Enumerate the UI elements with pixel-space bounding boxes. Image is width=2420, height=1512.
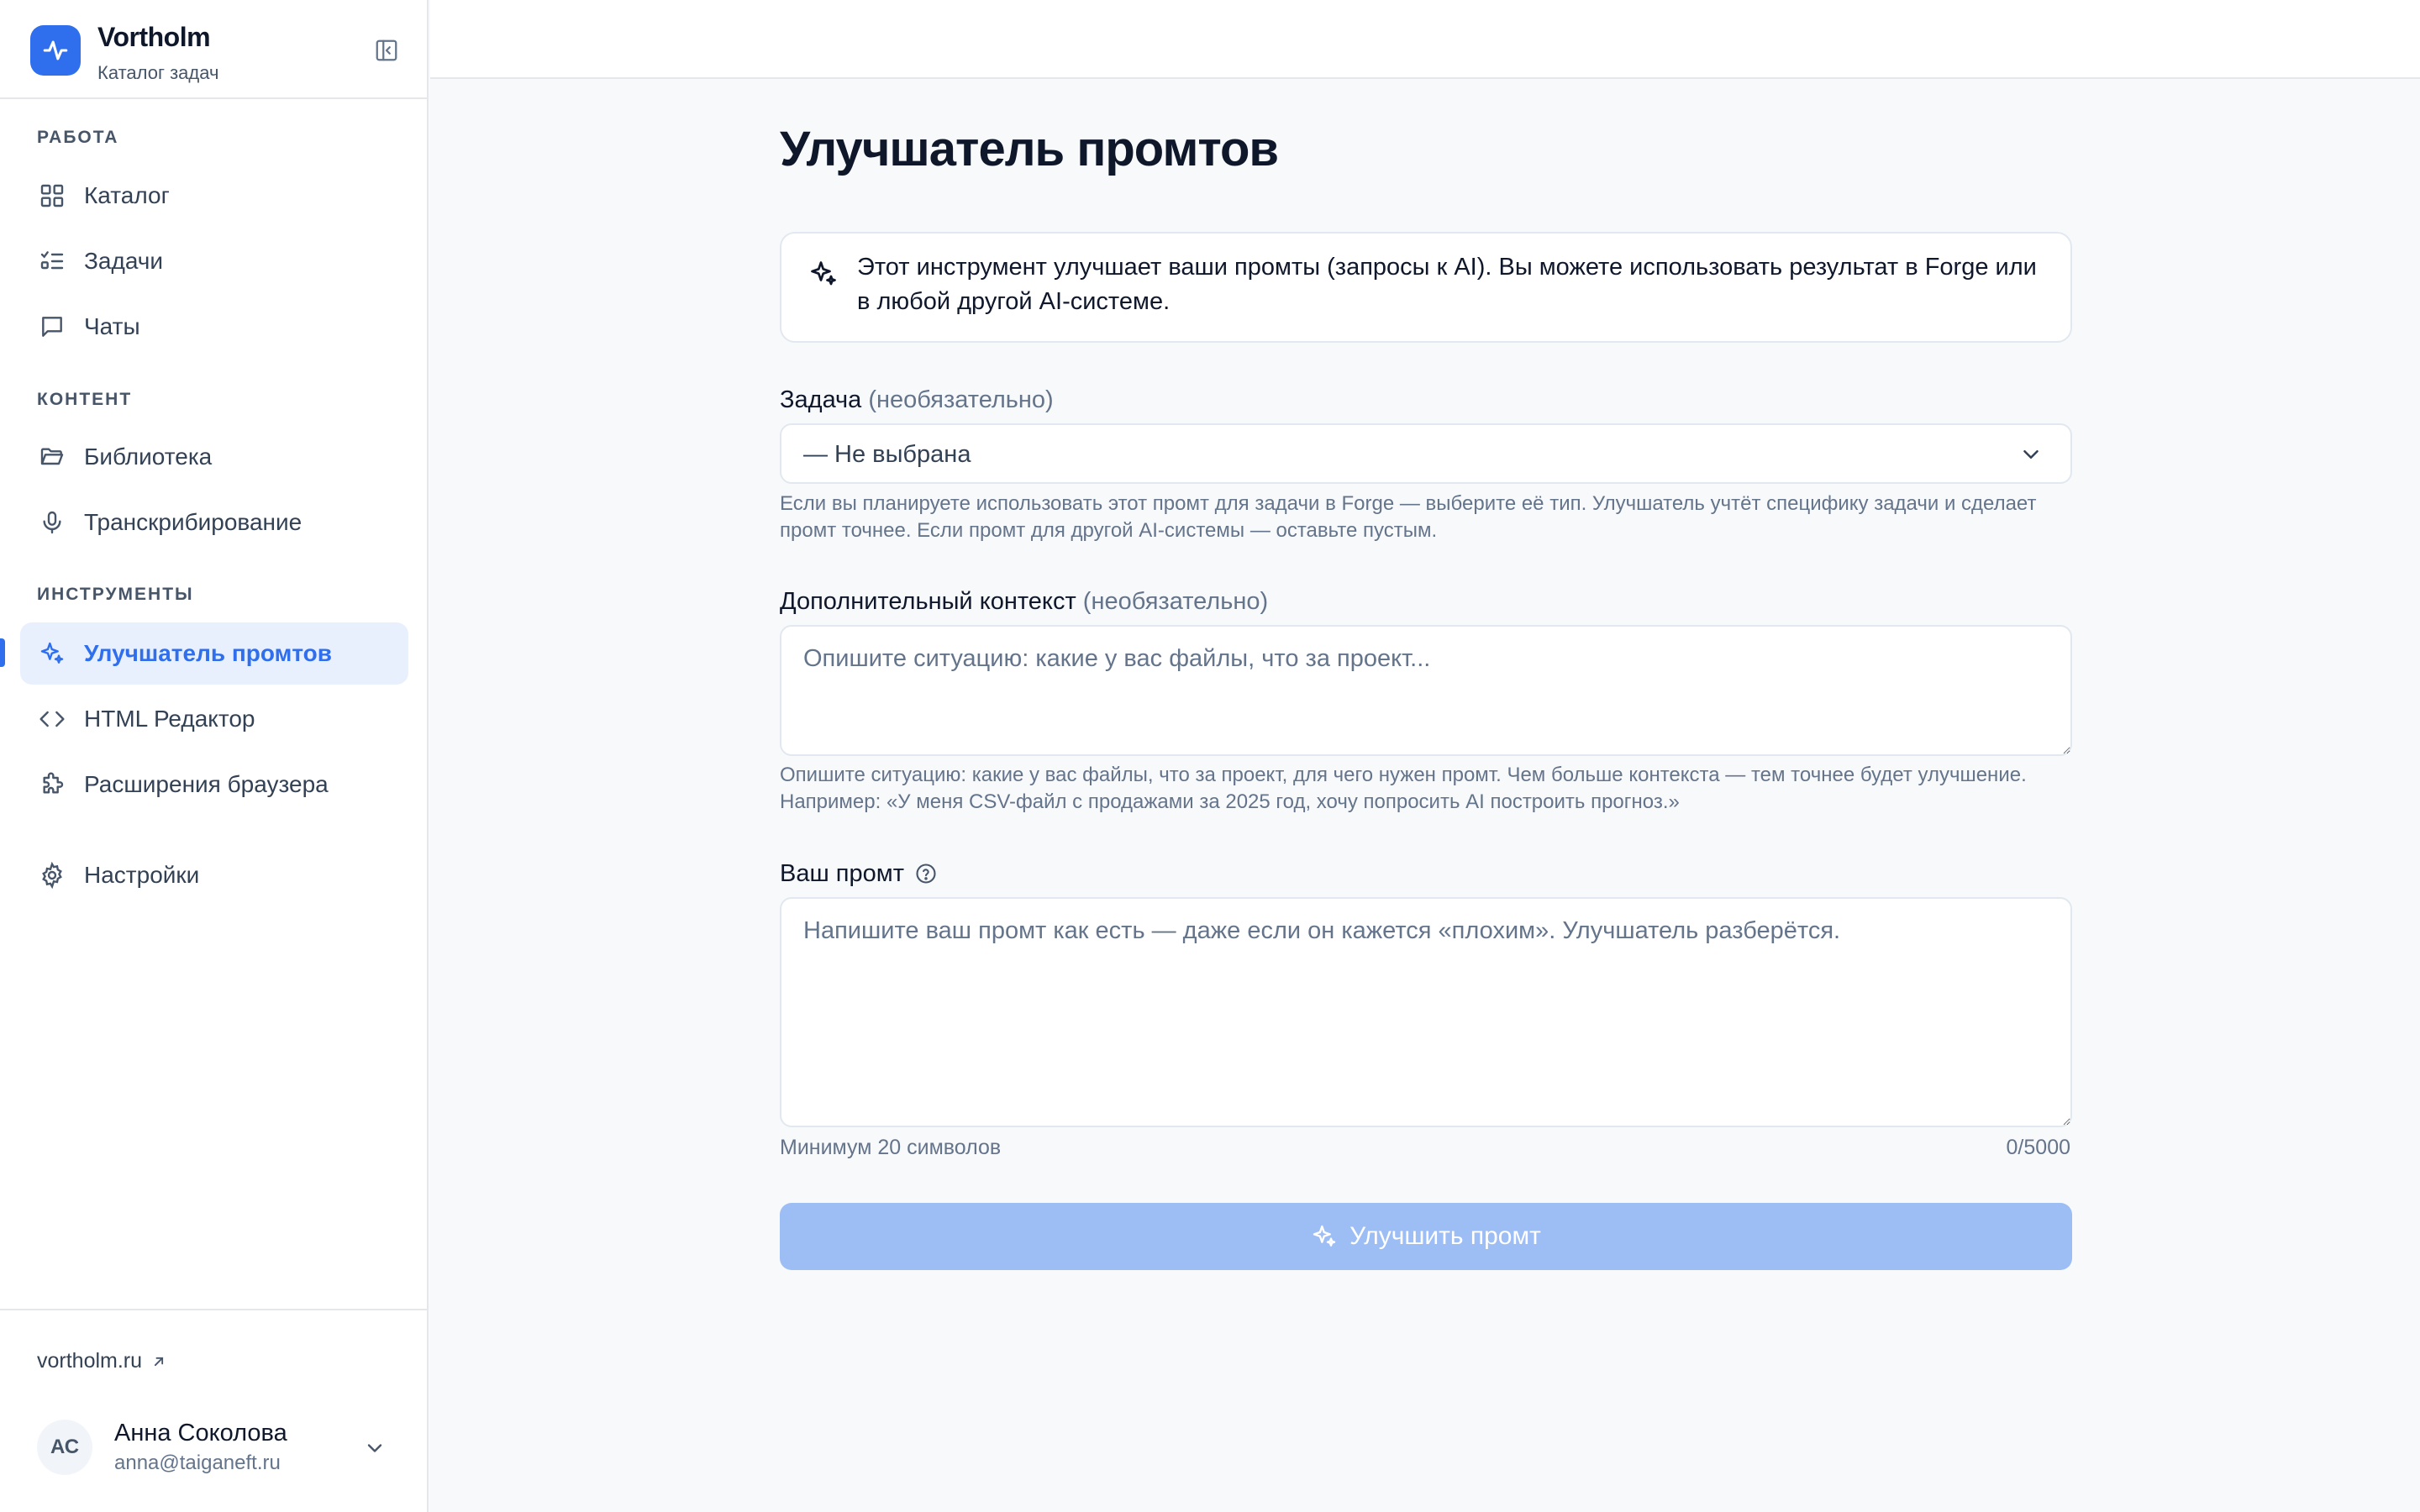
info-text: Этот инструмент улучшает ваши промты (за…: [857, 254, 2037, 315]
improve-prompt-label: Улучшить промт: [1349, 1222, 1541, 1250]
context-field-label: Дополнительный контекст (необязательно): [780, 588, 1268, 616]
top-bar: [430, 0, 2420, 79]
external-link-icon: [154, 1357, 164, 1366]
context-help-text: Опишите ситуацию: какие у вас файлы, что…: [780, 762, 2074, 816]
sidebar-item-label: Расширения браузера: [84, 771, 329, 797]
sparkles-icon: [811, 261, 836, 286]
sidebar-item-prompt-improver[interactable]: Улучшатель промтов: [20, 622, 408, 685]
section-label-content: КОНТЕНТ: [37, 390, 133, 409]
sidebar-item-label: Библиотека: [84, 444, 213, 470]
task-label: Задача: [780, 386, 862, 413]
context-label: Дополнительный контекст: [780, 588, 1076, 615]
task-select-value: — Не выбрана: [803, 441, 971, 468]
site-link[interactable]: vortholm.ru: [37, 1349, 167, 1373]
sidebar-item-label: Чаты: [84, 313, 140, 339]
sidebar-collapse-icon[interactable]: [373, 37, 400, 64]
sidebar-item-library[interactable]: Библиотека: [20, 426, 408, 488]
sidebar-item-settings[interactable]: Настройки: [20, 844, 408, 906]
sidebar-item-label: Транскрибирование: [84, 509, 302, 535]
sidebar-item-tasks[interactable]: Задачи: [20, 230, 408, 292]
sidebar-item-chats[interactable]: Чаты: [20, 296, 408, 358]
sidebar-item-transcription[interactable]: Транскрибирование: [20, 491, 408, 554]
sparkles-icon: [37, 638, 67, 669]
divider: [0, 1309, 427, 1310]
context-help-line1: Опишите ситуацию: какие у вас файлы, что…: [780, 764, 2027, 786]
puzzle-icon: [37, 769, 67, 800]
min-chars-hint: Минимум 20 символов: [780, 1136, 1002, 1159]
microphone-icon: [37, 507, 67, 538]
chevron-down-icon: [367, 1444, 382, 1452]
user-menu[interactable]: АС Анна Соколова anna@taiganeft.ru: [37, 1420, 398, 1477]
user-name: Анна Соколова: [114, 1420, 287, 1446]
context-help-line2: Например: «У меня CSV-файл с продажами з…: [780, 790, 1680, 813]
section-label-tools: ИНСТРУМЕНТЫ: [37, 585, 194, 604]
sparkles-icon: [1313, 1225, 1336, 1247]
section-label-work: РАБОТА: [37, 128, 119, 147]
sidebar-item-html-editor[interactable]: HTML Редактор: [20, 688, 408, 750]
brand-header: Vortholm Каталог задач: [0, 0, 427, 99]
code-icon: [37, 704, 67, 734]
sidebar-item-label: Каталог: [84, 182, 170, 208]
help-circle-icon[interactable]: [914, 862, 938, 885]
context-textarea[interactable]: [780, 625, 2072, 756]
user-email: anna@taiganeft.ru: [114, 1452, 281, 1474]
info-banner: Этот инструмент улучшает ваши промты (за…: [780, 232, 2072, 343]
brand-name: Vortholm: [97, 22, 211, 52]
sidebar-item-browser-extensions[interactable]: Расширения браузера: [20, 753, 408, 816]
list-checks-icon: [37, 246, 67, 276]
task-field-label: Задача (необязательно): [780, 386, 1054, 414]
sidebar-item-label: Настройки: [84, 862, 200, 888]
page-title: Улучшатель промтов: [780, 122, 1279, 176]
active-indicator: [0, 638, 5, 667]
sidebar-item-label: HTML Редактор: [84, 706, 255, 732]
optional-hint: (необязательно): [1082, 588, 1269, 615]
optional-hint: (необязательно): [868, 386, 1054, 413]
grid-icon: [37, 181, 67, 211]
avatar: АС: [37, 1420, 92, 1475]
improve-prompt-button[interactable]: Улучшить промт: [780, 1203, 2072, 1270]
prompt-field-label: Ваш промт: [780, 860, 904, 887]
sidebar: Vortholm Каталог задач РАБОТА Каталог За…: [0, 0, 429, 1512]
sidebar-item-label: Улучшатель промтов: [84, 640, 332, 666]
char-counter: 0/5000: [2006, 1136, 2070, 1159]
activity-logo-icon: [30, 25, 81, 76]
brand-subtitle: Каталог задач: [97, 62, 219, 83]
sidebar-item-label: Задачи: [84, 248, 164, 274]
chevron-down-icon: [2023, 450, 2039, 459]
task-help-text: Если вы планируете использовать этот про…: [780, 492, 2037, 542]
chat-icon: [37, 312, 67, 342]
site-link-label: vortholm.ru: [37, 1349, 143, 1373]
gear-icon: [37, 860, 67, 890]
sidebar-item-catalog[interactable]: Каталог: [20, 165, 408, 227]
folder-open-icon: [37, 442, 67, 472]
task-select[interactable]: — Не выбрана: [780, 423, 2072, 484]
prompt-textarea[interactable]: [780, 897, 2072, 1127]
